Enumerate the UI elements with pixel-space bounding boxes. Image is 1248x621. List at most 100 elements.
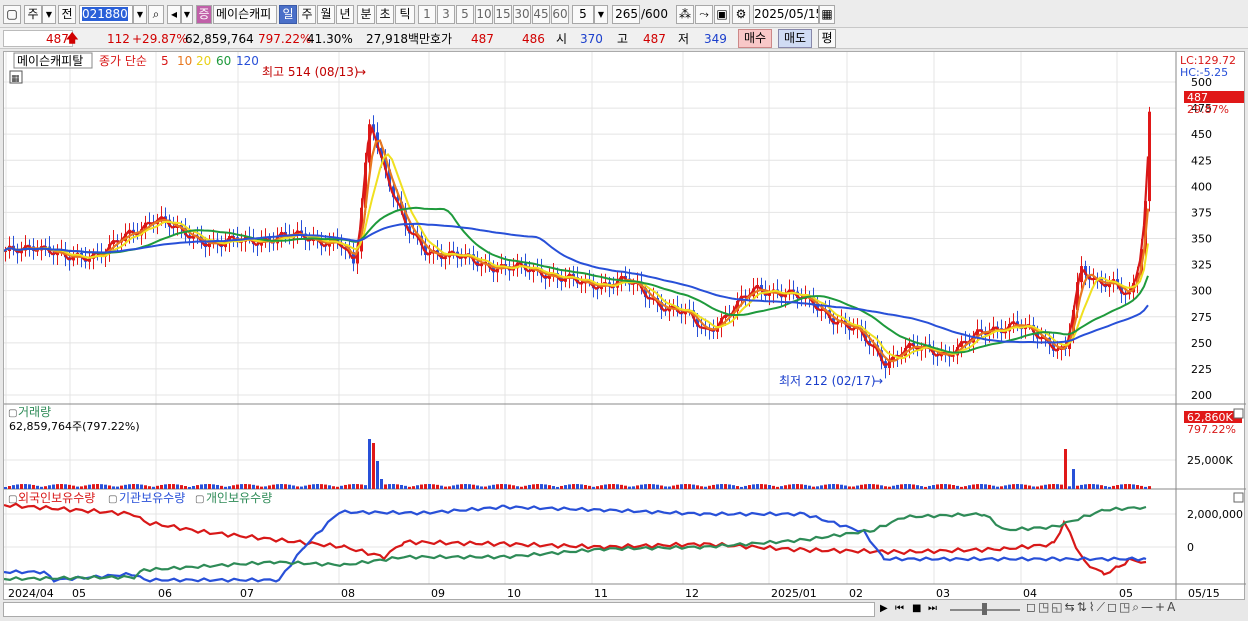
volume-bar	[412, 486, 415, 489]
calendar-icon[interactable]: ▦	[819, 5, 835, 24]
sound-dropdown-icon[interactable]: ▼	[181, 5, 193, 24]
volume-bar	[304, 485, 307, 489]
volume-value: 62,859,764주(797.22%)	[9, 420, 140, 433]
volume-bar	[844, 485, 847, 489]
volume-bar	[48, 485, 51, 489]
x-tick-label: 05/15	[1188, 587, 1220, 600]
chart-area[interactable]: 500 475 450 425 400 375 350 325 300 275 250 225 200 …	[3, 51, 1246, 601]
interval-input[interactable]: 5	[572, 5, 594, 24]
volume-close-icon[interactable]	[1233, 408, 1244, 419]
min-5[interactable]: 5	[456, 5, 474, 24]
x-tick-label: 2025/01	[771, 587, 817, 600]
volume-bar	[344, 484, 347, 489]
drawing-tools[interactable]: ◻◳◱⇆⇅⌇⟋◻◳⌕—+A	[1026, 600, 1177, 615]
tab-minute[interactable]: 분	[357, 5, 375, 24]
scroll-track[interactable]	[3, 602, 875, 617]
min-30[interactable]: 30	[513, 5, 531, 24]
tab-month[interactable]: 월	[317, 5, 335, 24]
gear-icon[interactable]: ⚙	[732, 5, 750, 24]
min-10[interactable]: 10	[475, 5, 493, 24]
tab-tick[interactable]: 틱	[395, 5, 415, 24]
code-dropdown-icon[interactable]: ▼	[133, 5, 147, 24]
volume-bar	[704, 486, 707, 489]
min-15[interactable]: 15	[494, 5, 512, 24]
low-note: 최저 212 (02/17)	[779, 374, 876, 388]
hc-label: HC:-5.25	[1180, 66, 1228, 79]
volume-bar	[752, 484, 755, 489]
eval-button[interactable]: 평	[818, 29, 836, 48]
volume-bar	[316, 484, 319, 489]
volume-bar	[1044, 484, 1047, 489]
volume-bar	[496, 484, 499, 489]
compare-icon[interactable]: ⤳	[695, 5, 713, 24]
min-45[interactable]: 45	[532, 5, 550, 24]
volume-bar	[92, 484, 95, 489]
chevron-down-icon[interactable]: ▼	[42, 5, 56, 24]
market-select[interactable]: 주	[24, 5, 42, 24]
min-1[interactable]: 1	[418, 5, 436, 24]
volume-bar	[816, 486, 819, 489]
sell-button[interactable]: 매도	[778, 29, 812, 48]
save-icon[interactable]: ▣	[714, 5, 730, 24]
chart-settings-icon[interactable]: ⁂	[676, 5, 694, 24]
volume-bar	[616, 484, 619, 489]
search-icon[interactable]: ⌕	[148, 5, 164, 24]
volume-bar	[956, 485, 959, 489]
tab-year[interactable]: 년	[336, 5, 354, 24]
ma-legend-10: 10	[177, 54, 192, 68]
volume-bar	[88, 484, 91, 489]
volume-bar	[896, 484, 899, 489]
volume-bar	[828, 484, 831, 489]
x-tick-label: 2024/04	[8, 587, 54, 600]
rewind-icon[interactable]: ⏮	[895, 601, 909, 617]
volume-bar	[12, 485, 15, 489]
volume-bar	[908, 484, 911, 489]
date-input[interactable]: 2025/05/15	[753, 5, 819, 24]
volume-bar	[284, 484, 287, 489]
volume-bar	[1104, 486, 1107, 489]
volume-bar	[224, 486, 227, 489]
zoom-slider-thumb[interactable]	[982, 603, 987, 615]
high-label: 고	[617, 32, 629, 46]
tab-week[interactable]: 주	[298, 5, 316, 24]
window-icon[interactable]: ▢	[3, 5, 21, 24]
volume-bar	[64, 484, 67, 489]
scroll-right-icon[interactable]: ▶	[880, 601, 892, 617]
volume-bar	[972, 484, 975, 489]
interval-dropdown-icon[interactable]: ▼	[594, 5, 608, 24]
tab-second[interactable]: 초	[376, 5, 394, 24]
stop-icon[interactable]: ■	[912, 601, 926, 617]
volume-bar	[900, 484, 903, 489]
volume-bar	[1064, 449, 1067, 489]
volume-bar	[296, 486, 299, 489]
volume-bar	[644, 484, 647, 489]
volume-bar	[428, 484, 431, 489]
fast-forward-icon[interactable]: ⏭	[928, 601, 942, 617]
volume-bar	[932, 485, 935, 489]
volume-bar	[172, 484, 175, 489]
speaker-icon[interactable]: ◂	[167, 5, 181, 24]
high: 487	[643, 32, 666, 46]
hold-y-tick-0: 0	[1187, 541, 1194, 554]
volume-bar	[1100, 485, 1103, 489]
volume-bar	[424, 484, 427, 489]
min-3[interactable]: 3	[437, 5, 455, 24]
volume-bar	[588, 485, 591, 489]
volume-bar	[1108, 486, 1111, 489]
count-input[interactable]: 265	[612, 5, 640, 24]
volume-bar	[280, 484, 283, 489]
prev-button[interactable]: 전	[58, 5, 76, 24]
volume-bar	[520, 486, 523, 489]
buy-button[interactable]: 매수	[738, 29, 772, 48]
x-axis: 2024/04 05 06 07 08 09 10 11 12 2025/01 02 03 04 05 05…	[8, 587, 1220, 600]
code-input[interactable]: 021880	[79, 5, 133, 24]
volume-bar	[108, 485, 111, 489]
holdings-close-icon[interactable]	[1233, 492, 1244, 503]
open-label: 시	[556, 32, 568, 46]
volume-bar	[404, 485, 407, 489]
chart-svg[interactable]: 500475450425400375350325300275250225200 …	[3, 52, 1246, 601]
x-tick-label: 05	[72, 587, 86, 600]
volume-bar	[608, 484, 611, 489]
min-60[interactable]: 60	[551, 5, 569, 24]
tab-day[interactable]: 일	[279, 5, 297, 24]
